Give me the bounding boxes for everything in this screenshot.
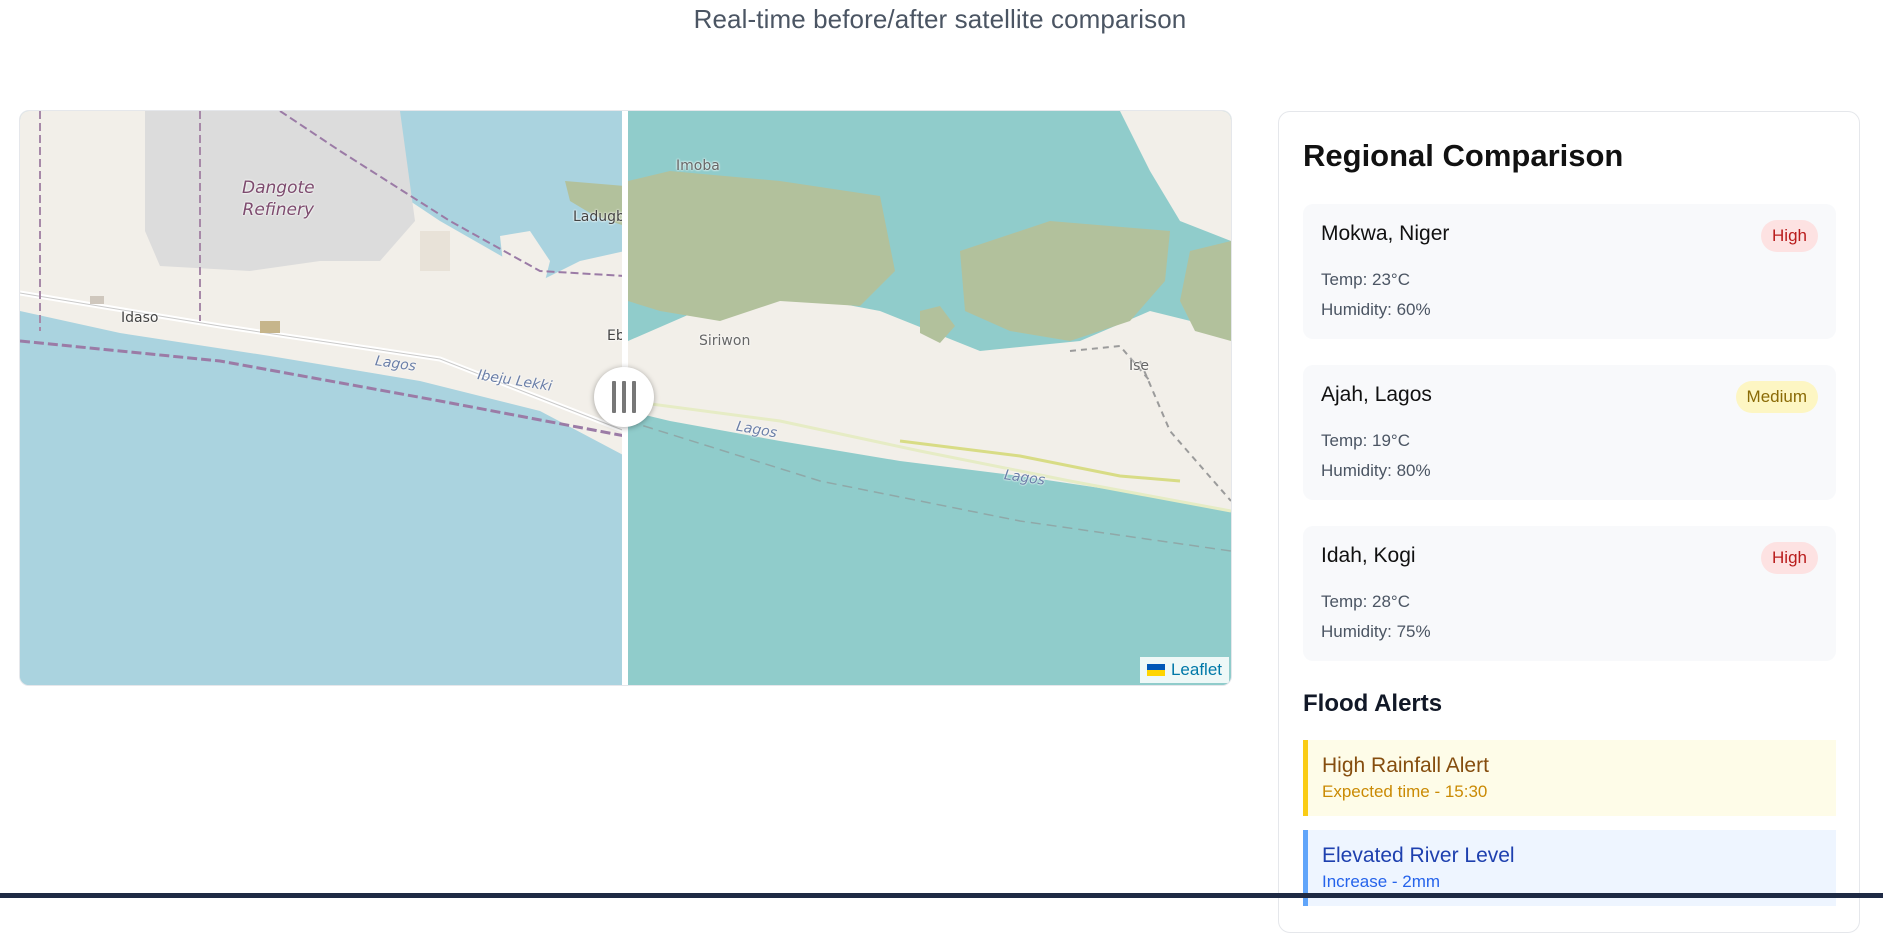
region-name: Ajah, Lagos — [1321, 383, 1432, 406]
map-label-ise: Ise — [1129, 358, 1150, 374]
region-humidity: Humidity: 60% — [1321, 300, 1431, 319]
map-label-refinery: Dangote Refinery — [242, 178, 315, 220]
region-humidity: Humidity: 75% — [1321, 622, 1431, 641]
page-subtitle: Real-time before/after satellite compari… — [693, 4, 1187, 34]
risk-badge: High — [1761, 542, 1818, 574]
grip-line-icon — [612, 381, 616, 413]
region-temp: Temp: 28°C — [1321, 592, 1411, 611]
region-card[interactable]: Ajah, Lagos Medium Temp: 19°C Humidity: … — [1303, 365, 1836, 500]
alert-detail: Increase - 2mm — [1322, 872, 1441, 891]
panel-title: Regional Comparison — [1303, 138, 1624, 173]
comparison-slider-handle[interactable] — [594, 367, 654, 427]
alerts-title: Flood Alerts — [1303, 690, 1443, 717]
grip-line-icon — [632, 381, 636, 413]
bottom-bar — [0, 893, 1883, 898]
grip-line-icon — [622, 381, 626, 413]
region-card[interactable]: Mokwa, Niger High Temp: 23°C Humidity: 6… — [1303, 204, 1836, 339]
leaflet-link[interactable]: Leaflet — [1171, 660, 1222, 680]
region-temp: Temp: 23°C — [1321, 270, 1411, 289]
alert-title: High Rainfall Alert — [1322, 754, 1489, 777]
region-card[interactable]: Idah, Kogi High Temp: 28°C Humidity: 75% — [1303, 526, 1836, 661]
map-label-imoba: Imoba — [676, 158, 720, 174]
region-name: Idah, Kogi — [1321, 544, 1416, 567]
alert-high-rainfall[interactable]: High Rainfall Alert Expected time - 15:3… — [1303, 740, 1836, 816]
risk-badge: High — [1761, 220, 1818, 252]
map-attribution[interactable]: Leaflet — [1139, 657, 1229, 683]
region-temp: Temp: 19°C — [1321, 431, 1411, 450]
map-label-idaso: Idaso — [121, 310, 159, 326]
ukraine-flag-icon — [1146, 664, 1165, 676]
comparison-map[interactable]: Dangote Refinery Idaso Lagos Ibeju Lekki … — [19, 110, 1232, 686]
regional-panel: Regional Comparison Mokwa, Niger High Te… — [1278, 111, 1860, 933]
map-label-siriwon: Siriwon — [699, 333, 751, 349]
alert-title: Elevated River Level — [1322, 844, 1515, 867]
region-name: Mokwa, Niger — [1321, 222, 1450, 245]
risk-badge: Medium — [1735, 381, 1818, 413]
map-label-ladugb: Ladugb — [573, 209, 625, 225]
region-humidity: Humidity: 80% — [1321, 461, 1431, 480]
alert-detail: Expected time - 15:30 — [1322, 782, 1488, 801]
